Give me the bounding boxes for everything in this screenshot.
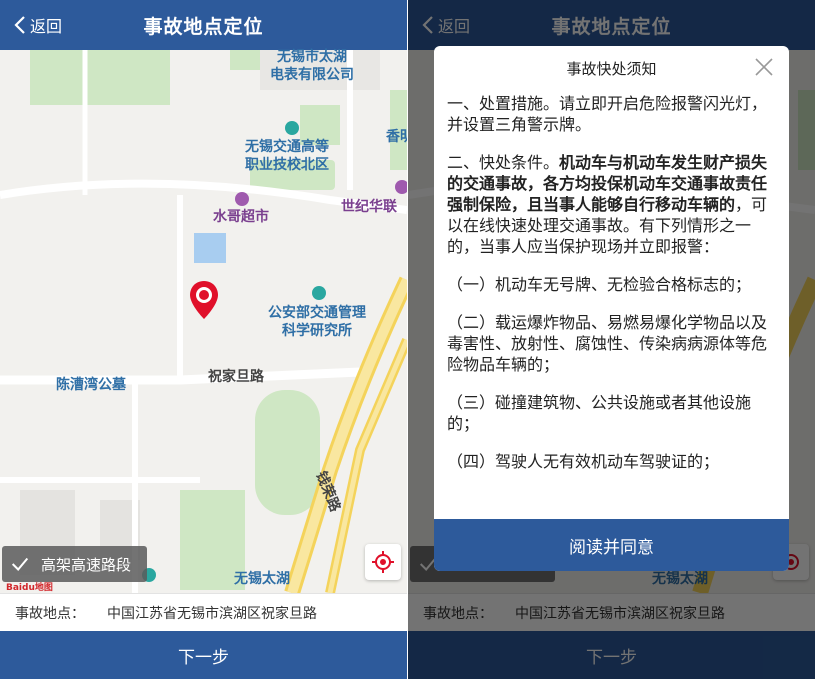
school-icon (285, 121, 299, 135)
shopping-icon (395, 180, 407, 194)
poi-supermarket-label: 水哥超市 (213, 209, 269, 225)
poi-xiangmen-label: 香明 (386, 129, 407, 145)
notice-paragraph-4: （二）载运爆炸物品、易燃易爆化学物品以及毒害性、放射性、腐蚀性、传染病病源体等危… (447, 313, 768, 374)
crosshair-icon (372, 551, 394, 573)
header: 返回 事故地点定位 (0, 0, 407, 50)
address-value: 中国江苏省无锡市滨湖区祝家旦路 (107, 605, 317, 622)
government-icon (312, 286, 326, 300)
page-title: 事故地点定位 (143, 16, 264, 38)
notice-modal: 事故快处须知 一、处置措施。请立即开启危险报警闪光灯，并设置三角警示牌。 二、快… (434, 46, 789, 571)
checkmark-icon (5, 549, 35, 579)
read-and-agree-button[interactable]: 阅读并同意 (434, 519, 789, 571)
notice-paragraph-6: （四）驾驶人无有效机动车驾驶证的； (447, 452, 720, 471)
poi-cemetery-label: 陈漕湾公墓 (56, 377, 126, 393)
notice-paragraph-3: （一）机动车无号牌、无检验合格标志的； (447, 275, 752, 294)
notice-paragraph-2: 二、快处条件。机动车与机动车发生财产损失的交通事故，各方均投保机动车交通事故责任… (447, 153, 768, 256)
road-zhujia-label: 祝家旦路 (208, 369, 264, 385)
shopping-icon (235, 192, 249, 206)
map-provider-logo: Baidu地图 (6, 583, 53, 593)
address-label: 事故地点： (15, 605, 85, 622)
poi-institute-label: 公安部交通管理 科学研究所 (268, 305, 366, 339)
modal-body[interactable]: 一、处置措施。请立即开启危险报警闪光灯，并设置三角警示牌。 二、快处条件。机动车… (434, 90, 789, 517)
notice-paragraph-1: 一、处置措施。请立即开启危险报警闪光灯，并设置三角警示牌。 (447, 94, 768, 134)
modal-header: 事故快处须知 (434, 46, 789, 90)
map-view[interactable]: 无锡市太湖 电表有限公司 无锡交通高等 职业技校北区 香明 水哥超市 世纪华联 … (0, 49, 407, 593)
poi-school-label: 无锡交通高等 职业技校北区 (245, 139, 329, 173)
modal-title: 事故快处须知 (566, 59, 657, 78)
next-step-button[interactable]: 下一步 (0, 631, 407, 679)
elevated-road-label: 高架高速路段 (41, 555, 132, 574)
poi-century-label: 世纪华联 (341, 199, 397, 215)
elevated-road-toggle[interactable]: 高架高速路段 (2, 546, 147, 582)
notice-paragraph-5: （三）碰撞建筑物、公共设施或者其他设施的； (447, 393, 752, 433)
poi-company-label: 无锡市太湖 电表有限公司 (270, 49, 354, 83)
notice-screen: 返回 事故地点定位 无锡太湖 事故地点： (408, 0, 815, 679)
map-screen: 返回 事故地点定位 无锡市太湖 电表有限公司 无锡交通高等 职业技校北区 香 水… (0, 0, 407, 679)
locate-button[interactable] (365, 544, 401, 580)
address-row: 事故地点： 中国江苏省无锡市滨湖区祝家旦路 (0, 593, 407, 631)
close-icon[interactable] (753, 56, 775, 78)
poi-taihu-label: 无锡太湖 (234, 571, 290, 587)
location-pin-icon[interactable] (188, 279, 220, 321)
